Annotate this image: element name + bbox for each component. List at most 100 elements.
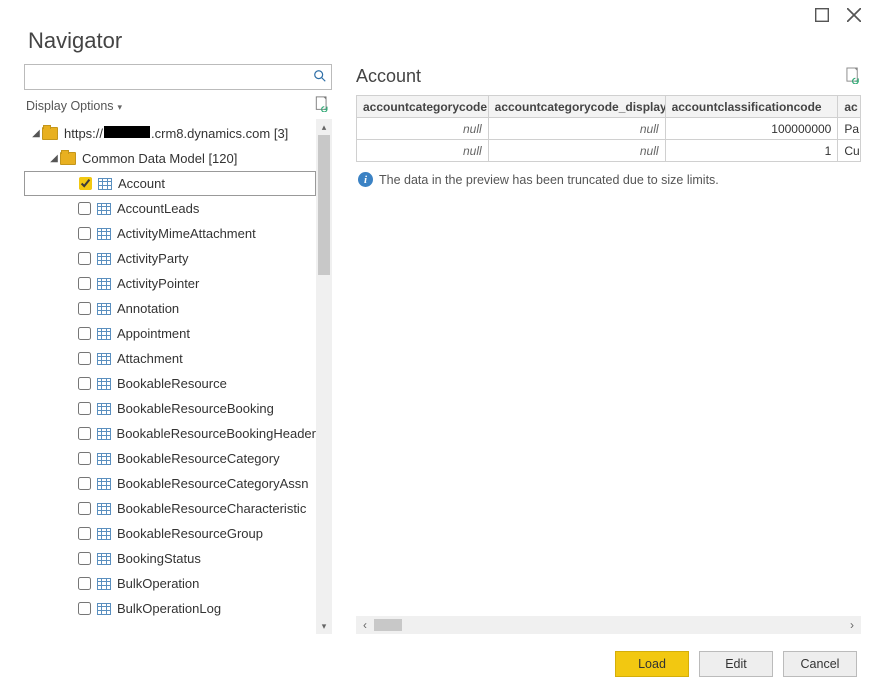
tree-item-checkbox[interactable] — [78, 477, 91, 490]
tree-item-checkbox[interactable] — [78, 552, 91, 565]
table-icon — [97, 428, 111, 440]
refresh-page-icon[interactable] — [315, 96, 330, 115]
table-row[interactable]: null null 100000000 Pa — [357, 118, 861, 140]
tree-item-checkbox[interactable] — [78, 327, 91, 340]
tree-item-label: BookableResourceBooking — [117, 401, 274, 416]
tree-item[interactable]: BookingStatus — [24, 546, 316, 571]
edit-button[interactable]: Edit — [699, 651, 773, 677]
tree-item-label: BookableResource — [117, 376, 227, 391]
tree-item-label: BookableResourceGroup — [117, 526, 263, 541]
tree-item-label: BookableResourceCategory — [117, 451, 280, 466]
tree-item[interactable]: ActivityMimeAttachment — [24, 221, 316, 246]
info-icon: i — [358, 172, 373, 187]
tree-item[interactable]: BookableResourceCategory — [24, 446, 316, 471]
tree-group[interactable]: ◢ Common Data Model [120] — [24, 146, 316, 171]
tree-item-checkbox[interactable] — [78, 227, 91, 240]
tree-item[interactable]: ActivityParty — [24, 246, 316, 271]
tree-item[interactable]: ActivityPointer — [24, 271, 316, 296]
table-icon — [97, 453, 111, 465]
search-icon[interactable] — [313, 69, 327, 86]
col-header[interactable]: accountclassificationcode — [665, 96, 838, 118]
table-icon — [97, 578, 111, 590]
tree-item[interactable]: BookableResourceBookingHeader — [24, 421, 316, 446]
tree-item-label: Annotation — [117, 301, 179, 316]
maximize-icon[interactable] — [815, 8, 829, 22]
table-icon — [97, 378, 111, 390]
tree-item-checkbox[interactable] — [78, 602, 91, 615]
table-icon — [97, 328, 111, 340]
tree-item-checkbox[interactable] — [78, 252, 91, 265]
tree-item-label: BookableResourceCategoryAssn — [117, 476, 309, 491]
tree-scrollbar[interactable]: ▴ ▾ — [316, 119, 332, 634]
table-icon — [97, 403, 111, 415]
navigator-tree: ◢ https://.crm8.dynamics.com [3] ◢ Commo… — [24, 119, 316, 634]
tree-item-label: AccountLeads — [117, 201, 199, 216]
tree-item[interactable]: BookableResourceCategoryAssn — [24, 471, 316, 496]
tree-item-checkbox[interactable] — [78, 577, 91, 590]
table-icon — [97, 603, 111, 615]
scroll-thumb[interactable] — [374, 619, 402, 631]
cancel-button[interactable]: Cancel — [783, 651, 857, 677]
tree-item[interactable]: BookableResourceCharacteristic — [24, 496, 316, 521]
tree-item[interactable]: Attachment — [24, 346, 316, 371]
tree-item-label: ActivityParty — [117, 251, 189, 266]
scroll-up-icon[interactable]: ▴ — [316, 119, 332, 135]
tree-item-checkbox[interactable] — [78, 277, 91, 290]
load-button[interactable]: Load — [615, 651, 689, 677]
scroll-thumb[interactable] — [318, 135, 330, 275]
tree-item[interactable]: BookableResourceBooking — [24, 396, 316, 421]
scroll-down-icon[interactable]: ▾ — [316, 618, 332, 634]
redacted-block — [104, 126, 150, 138]
tree-item[interactable]: Appointment — [24, 321, 316, 346]
table-row[interactable]: null null 1 Cu — [357, 140, 861, 162]
tree-item[interactable]: BulkOperationLog — [24, 596, 316, 621]
col-header[interactable]: ac — [838, 96, 861, 118]
tree-item-label: BookingStatus — [117, 551, 201, 566]
tree-item[interactable]: Annotation — [24, 296, 316, 321]
tree-root[interactable]: ◢ https://.crm8.dynamics.com [3] — [24, 121, 316, 146]
tree-item-label: BulkOperationLog — [117, 601, 221, 616]
tree-item[interactable]: BookableResource — [24, 371, 316, 396]
collapse-icon[interactable]: ◢ — [48, 153, 60, 164]
page-title: Navigator — [0, 22, 875, 64]
scroll-right-icon[interactable]: › — [843, 618, 861, 632]
tree-item-checkbox[interactable] — [78, 402, 91, 415]
tree-item[interactable]: BulkOperation — [24, 571, 316, 596]
display-options-dropdown[interactable]: Display Options▾ — [26, 99, 122, 113]
chevron-down-icon: ▾ — [118, 102, 123, 112]
tree-item-label: BulkOperation — [117, 576, 199, 591]
tree-item-label: BookableResourceBookingHeader — [117, 426, 316, 441]
col-header[interactable]: accountcategorycode — [357, 96, 489, 118]
close-icon[interactable] — [847, 8, 861, 22]
tree-item-checkbox[interactable] — [79, 177, 92, 190]
folder-icon — [42, 127, 58, 140]
col-header[interactable]: accountcategorycode_display — [488, 96, 665, 118]
tree-item-checkbox[interactable] — [78, 377, 91, 390]
tree-item[interactable]: Account — [24, 171, 316, 196]
tree-item-checkbox[interactable] — [78, 202, 91, 215]
tree-item-checkbox[interactable] — [78, 502, 91, 515]
table-icon — [97, 553, 111, 565]
search-box[interactable] — [24, 64, 332, 90]
preview-title: Account — [356, 66, 421, 87]
table-icon — [97, 253, 111, 265]
tree-item-checkbox[interactable] — [78, 302, 91, 315]
refresh-preview-icon[interactable] — [846, 67, 861, 87]
scroll-left-icon[interactable]: ‹ — [356, 618, 374, 632]
table-icon — [97, 528, 111, 540]
tree-item[interactable]: BookableResourceGroup — [24, 521, 316, 546]
tree-item-checkbox[interactable] — [78, 427, 91, 440]
tree-item[interactable]: AccountLeads — [24, 196, 316, 221]
tree-item-label: Appointment — [117, 326, 190, 341]
info-message: The data in the preview has been truncat… — [379, 173, 719, 187]
table-icon — [97, 353, 111, 365]
tree-item-checkbox[interactable] — [78, 452, 91, 465]
folder-icon — [60, 152, 76, 165]
search-input[interactable] — [29, 70, 313, 85]
tree-item-label: Account — [118, 176, 165, 191]
tree-item-checkbox[interactable] — [78, 352, 91, 365]
tree-item-checkbox[interactable] — [78, 527, 91, 540]
table-icon — [98, 178, 112, 190]
preview-hscroll[interactable]: ‹ › — [356, 616, 861, 634]
collapse-icon[interactable]: ◢ — [30, 128, 42, 139]
